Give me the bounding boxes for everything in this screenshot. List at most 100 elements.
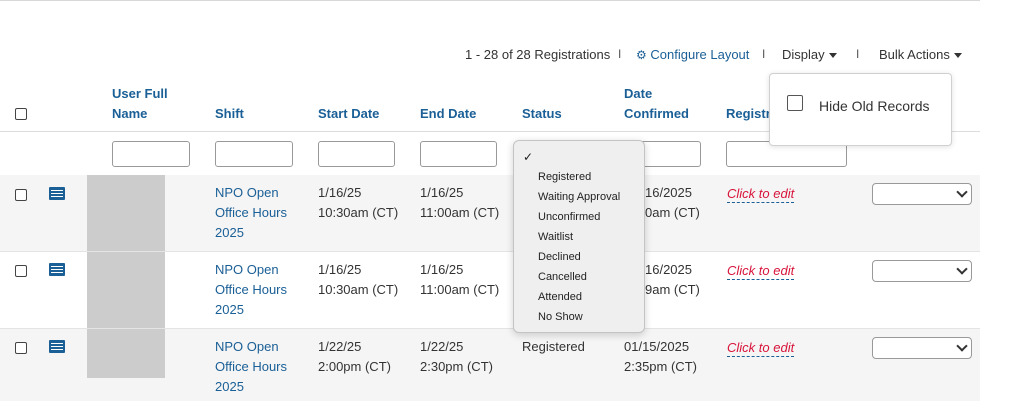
date-line: 1/16/25 [420, 262, 464, 277]
filter-end-date-input[interactable] [420, 141, 497, 167]
toolbar-separator: I [762, 47, 766, 61]
redacted-user-name [87, 329, 165, 378]
configure-layout-label: Configure Layout [650, 47, 750, 62]
end-date-cell: 1/22/25 2:30pm (CT) [420, 337, 493, 377]
bulk-actions-dropdown[interactable]: Bulk Actions [879, 47, 962, 65]
header-line: Name [112, 106, 148, 121]
start-date-cell: 1/22/25 2:00pm (CT) [318, 337, 391, 377]
date-confirmed-cell: 01/15/2025 2:35pm (CT) [624, 337, 697, 377]
redacted-user-name [87, 252, 165, 328]
shift-line: NPO Open [215, 185, 279, 200]
end-date-cell: 1/16/25 11:00am (CT) [420, 183, 499, 223]
shift-link[interactable]: NPO Open Office Hours 2025 [215, 183, 287, 243]
click-to-edit-link[interactable]: Click to edit [727, 263, 795, 280]
row-checkbox[interactable] [15, 265, 27, 277]
details-icon[interactable] [49, 187, 65, 200]
top-divider [0, 0, 980, 1]
status-option-declined[interactable]: Declined [538, 250, 581, 264]
click-to-edit-link[interactable]: Click to edit [727, 186, 795, 203]
date-line: 1/22/25 [318, 339, 362, 354]
row-checkbox[interactable] [15, 189, 27, 201]
row-action-select[interactable] [872, 260, 972, 282]
column-header-end-date[interactable]: End Date [420, 104, 476, 124]
shift-line: Office Hours [215, 359, 288, 374]
registration-count: 1 - 28 of 28 Registrations [465, 47, 611, 62]
time-line: 9am (CT) [645, 282, 700, 297]
date-line: 01/15/2025 [624, 339, 690, 354]
date-line: 1/16/25 [420, 185, 464, 200]
row-action-select[interactable] [872, 183, 972, 205]
chevron-down-icon [956, 263, 968, 275]
header-line: User Full [112, 86, 168, 101]
status-filter-dropdown[interactable]: ✓ Registered Waiting Approval Unconfirme… [513, 140, 645, 333]
details-icon[interactable] [49, 340, 65, 353]
row-checkbox[interactable] [15, 342, 27, 354]
column-header-date-confirmed[interactable]: Date Confirmed [624, 84, 689, 124]
shift-line: Office Hours [215, 205, 288, 220]
configure-layout-link[interactable]: ⚙ Configure Layout [636, 47, 749, 65]
time-line: 10:30am (CT) [318, 282, 399, 297]
date-confirmed-cell: 16/2025 9am (CT) [645, 260, 700, 300]
status-option-registered[interactable]: Registered [538, 170, 591, 184]
hide-old-records-label[interactable]: Hide Old Records [819, 98, 930, 114]
toolbar-separator: I [856, 47, 860, 61]
checkmark-icon: ✓ [523, 150, 534, 164]
shift-line: NPO Open [215, 339, 279, 354]
status-option-unconfirmed[interactable]: Unconfirmed [538, 210, 600, 224]
filter-user-name-input[interactable] [112, 141, 190, 167]
header-line: Confirmed [624, 106, 689, 121]
date-confirmed-cell: 16/2025 0am (CT) [645, 183, 700, 223]
time-line: 0am (CT) [645, 205, 700, 220]
time-line: 2:35pm (CT) [624, 359, 697, 374]
filter-shift-input[interactable] [215, 141, 293, 167]
display-popover: Hide Old Records [769, 73, 952, 146]
start-date-cell: 1/16/25 10:30am (CT) [318, 260, 398, 300]
shift-line: NPO Open [215, 262, 279, 277]
shift-link[interactable]: NPO Open Office Hours 2025 [215, 260, 287, 320]
status-option-waitlist[interactable]: Waitlist [538, 230, 573, 244]
hide-old-records-checkbox[interactable] [787, 95, 803, 111]
column-header-shift[interactable]: Shift [215, 104, 244, 124]
time-line: 2:00pm (CT) [318, 359, 391, 374]
shift-line: Office Hours [215, 282, 288, 297]
column-header-start-date[interactable]: Start Date [318, 104, 379, 124]
time-line: 10:30am (CT) [318, 205, 399, 220]
caret-down-icon [828, 53, 837, 59]
date-line: 1/22/25 [420, 339, 464, 354]
row-action-select[interactable] [872, 337, 972, 359]
details-icon[interactable] [49, 263, 65, 276]
time-line: 11:00am (CT) [420, 282, 500, 297]
shift-link[interactable]: NPO Open Office Hours 2025 [215, 337, 287, 397]
end-date-cell: 1/16/25 11:00am (CT) [420, 260, 499, 300]
date-line: 1/16/25 [318, 185, 362, 200]
bulk-actions-label: Bulk Actions [879, 47, 950, 62]
chevron-down-icon [956, 340, 968, 352]
time-line: 2:30pm (CT) [420, 359, 493, 374]
chevron-down-icon [956, 186, 968, 198]
date-line: 16/2025 [645, 262, 692, 277]
shift-line: 2025 [215, 302, 244, 317]
date-line: 1/16/25 [318, 262, 362, 277]
status-option-no-show[interactable]: No Show [538, 310, 583, 324]
time-line: 11:00am (CT) [420, 205, 500, 220]
click-to-edit-link[interactable]: Click to edit [727, 340, 795, 357]
display-dropdown[interactable]: Display [782, 47, 837, 65]
date-line: 16/2025 [645, 185, 692, 200]
column-header-status[interactable]: Status [522, 104, 562, 124]
select-all-checkbox[interactable] [15, 108, 27, 120]
toolbar-separator: I [618, 47, 622, 61]
status-cell: Registered [522, 339, 585, 354]
display-label: Display [782, 47, 825, 62]
shift-line: 2025 [215, 379, 244, 394]
status-option-cancelled[interactable]: Cancelled [538, 270, 587, 284]
caret-down-icon [953, 53, 962, 59]
start-date-cell: 1/16/25 10:30am (CT) [318, 183, 398, 223]
status-option-waiting-approval[interactable]: Waiting Approval [538, 190, 620, 204]
filter-start-date-input[interactable] [318, 141, 395, 167]
shift-line: 2025 [215, 225, 244, 240]
column-header-user-full-name[interactable]: User Full Name [112, 84, 168, 124]
header-line: Date [624, 86, 653, 101]
status-option-attended[interactable]: Attended [538, 290, 582, 304]
redacted-user-name [87, 175, 165, 251]
gears-icon: ⚙ [636, 48, 647, 62]
